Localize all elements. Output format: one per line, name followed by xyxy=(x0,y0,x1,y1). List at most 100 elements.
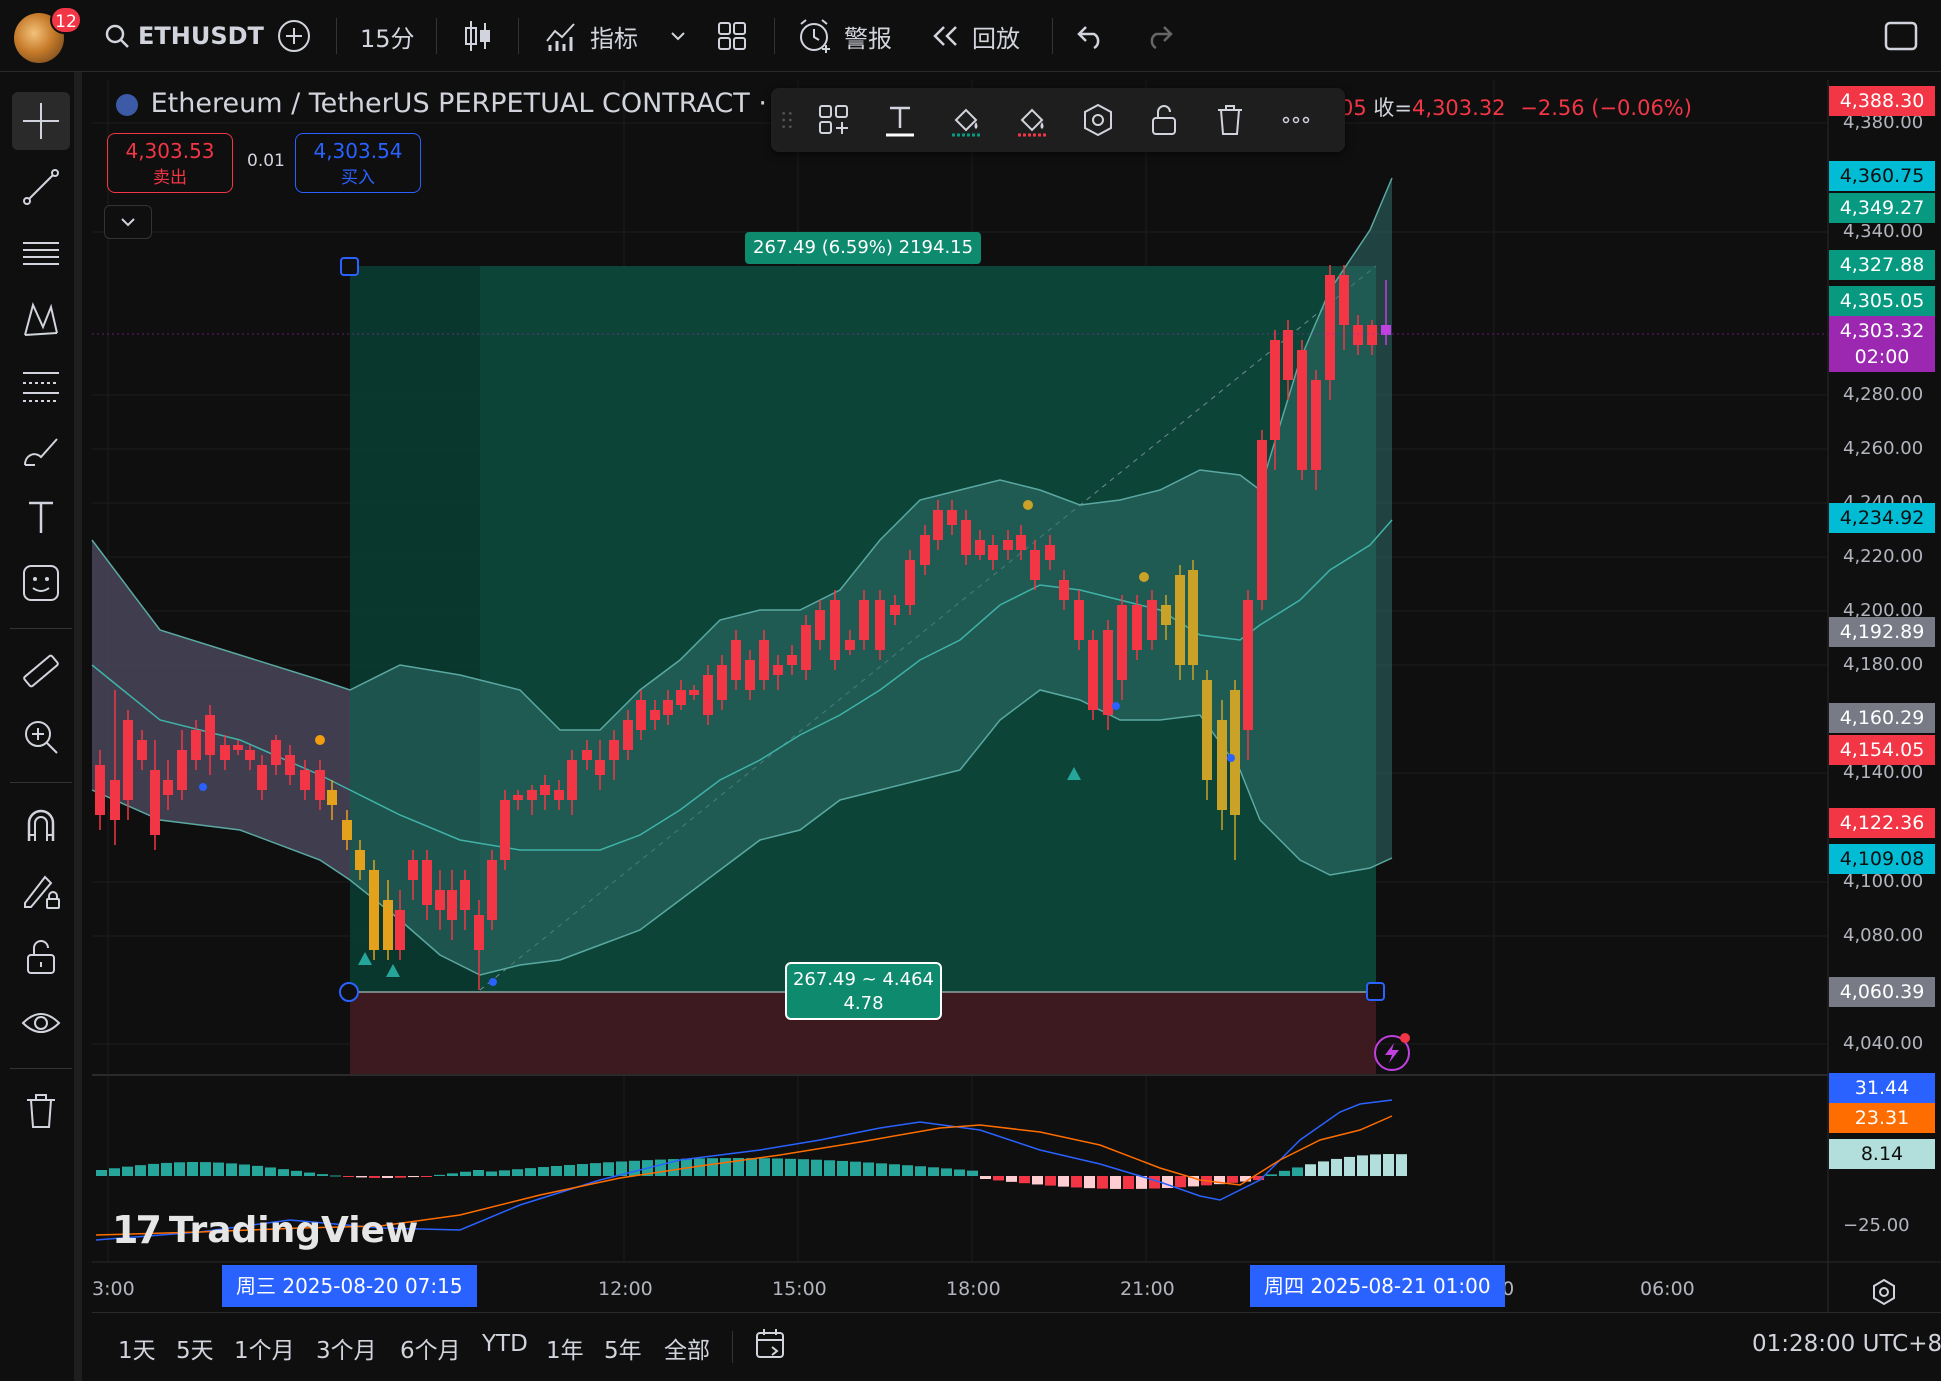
loss-fill-button[interactable] xyxy=(1009,98,1055,142)
trash-icon xyxy=(1218,105,1242,135)
template-button[interactable] xyxy=(811,98,857,142)
candle-body xyxy=(1339,275,1349,325)
macd-histogram-bar xyxy=(655,1159,666,1176)
macd-histogram-bar xyxy=(1019,1176,1030,1184)
macd-histogram-bar xyxy=(226,1163,237,1176)
buy-label: 买入 xyxy=(341,168,375,188)
candle-body xyxy=(540,785,550,795)
candle-body xyxy=(731,640,741,680)
macd-histogram-bar xyxy=(122,1166,133,1176)
macd-histogram-bar xyxy=(993,1176,1004,1181)
macd-histogram-bar xyxy=(954,1169,965,1176)
macd-histogram-bar xyxy=(1396,1154,1407,1176)
macd-histogram-bar xyxy=(876,1163,887,1176)
candle-body xyxy=(1117,605,1127,680)
macd-histogram-bar xyxy=(265,1167,276,1176)
macd-histogram-bar xyxy=(629,1160,640,1176)
spread-value: 0.01 xyxy=(247,151,285,171)
bottom-toolbar: 1天 5天 1个月 3个月 6个月 YTD 1年 5年 全部 01:28:00 … xyxy=(92,1312,1941,1381)
measure-handle-top-left[interactable] xyxy=(340,257,359,276)
candle-body xyxy=(961,520,971,555)
legend-collapse-button[interactable] xyxy=(104,205,152,239)
macd-histogram-bar xyxy=(577,1164,588,1176)
price-tick: 4,100.00 xyxy=(1843,871,1924,892)
macd-histogram-bar xyxy=(1266,1174,1277,1176)
symbol-legend[interactable]: Ethereum / TetherUS PERPETUAL CONTRACT ·… xyxy=(116,88,827,119)
timezone-clock[interactable]: 01:28:00 UTC+8 xyxy=(1752,1331,1941,1357)
range-6m[interactable]: 6个月 xyxy=(400,1331,461,1365)
candle-body xyxy=(1103,630,1113,715)
macd-histogram-bar xyxy=(96,1170,107,1176)
sell-label: 卖出 xyxy=(153,168,187,188)
chevron-down-icon xyxy=(121,218,135,227)
candle-body xyxy=(567,760,577,800)
range-1m[interactable]: 1个月 xyxy=(234,1331,295,1365)
sell-button[interactable]: 4,303.53 卖出 xyxy=(107,133,233,193)
price-label: 4,122.36 xyxy=(1829,808,1935,838)
macd-histogram-bar xyxy=(1097,1176,1108,1189)
candle-body xyxy=(1045,545,1055,560)
settings-button[interactable] xyxy=(1075,98,1121,142)
signal-dot xyxy=(1139,572,1149,582)
range-ytd[interactable]: YTD xyxy=(482,1331,528,1357)
macd-histogram-bar xyxy=(759,1158,770,1176)
macd-histogram-bar xyxy=(135,1165,146,1176)
range-3m[interactable]: 3个月 xyxy=(316,1331,377,1365)
macd-histogram-bar xyxy=(304,1172,315,1176)
candle-body xyxy=(315,770,325,800)
macd-histogram-bar xyxy=(564,1164,575,1176)
candle-body xyxy=(527,790,537,800)
candle-body xyxy=(1074,600,1084,640)
text-color-button[interactable] xyxy=(877,98,923,142)
buy-button[interactable]: 4,303.54 买入 xyxy=(295,133,421,193)
range-5d[interactable]: 5天 xyxy=(176,1331,214,1365)
measure-handle-bottom-right[interactable] xyxy=(1366,982,1385,1001)
price-label: 4,234.92 xyxy=(1829,503,1935,533)
candle-body xyxy=(1283,330,1293,380)
candle-body xyxy=(1132,605,1142,650)
gear-icon[interactable] xyxy=(1870,1278,1898,1306)
measure-handle-bottom-left[interactable] xyxy=(339,982,359,1002)
delete-drawing-button[interactable] xyxy=(1207,98,1253,142)
price-label: 4,109.08 xyxy=(1829,844,1935,874)
lock-drawing-button[interactable] xyxy=(1141,98,1187,142)
macd-histogram-bar xyxy=(499,1170,510,1176)
range-all[interactable]: 全部 xyxy=(664,1331,710,1365)
macd-histogram-bar xyxy=(330,1175,341,1177)
candle-body xyxy=(609,740,619,760)
macd-histogram-bar xyxy=(850,1161,861,1176)
macd-histogram-bar xyxy=(798,1159,809,1176)
more-dots-icon xyxy=(1282,116,1310,124)
drag-dots-icon xyxy=(782,112,792,128)
signal-dot-blue xyxy=(199,783,207,791)
macd-histogram-bar xyxy=(525,1168,536,1176)
range-1y[interactable]: 1年 xyxy=(546,1331,584,1365)
candle-body xyxy=(1059,580,1069,600)
drag-handle[interactable] xyxy=(775,98,799,142)
tradingview-watermark: 17 TradingView xyxy=(112,1208,418,1252)
macd-histogram-bar xyxy=(707,1158,718,1176)
goto-date-button[interactable] xyxy=(754,1327,788,1367)
candle-body xyxy=(1297,350,1307,470)
candle-body xyxy=(233,745,243,750)
macd-histogram-bar xyxy=(291,1170,302,1176)
macd-histogram-bar xyxy=(187,1162,198,1176)
tradingview-logo-icon: 17 xyxy=(112,1208,162,1252)
price-tick: 4,280.00 xyxy=(1843,384,1924,405)
range-5y[interactable]: 5年 xyxy=(604,1331,642,1365)
range-1d[interactable]: 1天 xyxy=(118,1331,156,1365)
macd-histogram-bar xyxy=(863,1162,874,1176)
price-label: 4,192.89 xyxy=(1829,617,1935,647)
lightning-notification-dot xyxy=(1400,1033,1410,1043)
candle-body xyxy=(1217,720,1227,810)
price-chart-canvas[interactable] xyxy=(0,0,1941,1381)
candle-body xyxy=(487,860,497,920)
price-label: 4,360.75 xyxy=(1829,161,1935,191)
macd-histogram-bar xyxy=(1110,1176,1121,1189)
more-options-button[interactable] xyxy=(1273,98,1319,142)
macd-histogram-bar xyxy=(1383,1154,1394,1176)
macd-histogram-bar xyxy=(239,1164,250,1176)
macd-label: 31.44 xyxy=(1829,1073,1935,1103)
drawing-properties-toolbar xyxy=(771,88,1345,152)
profit-fill-button[interactable] xyxy=(943,98,989,142)
